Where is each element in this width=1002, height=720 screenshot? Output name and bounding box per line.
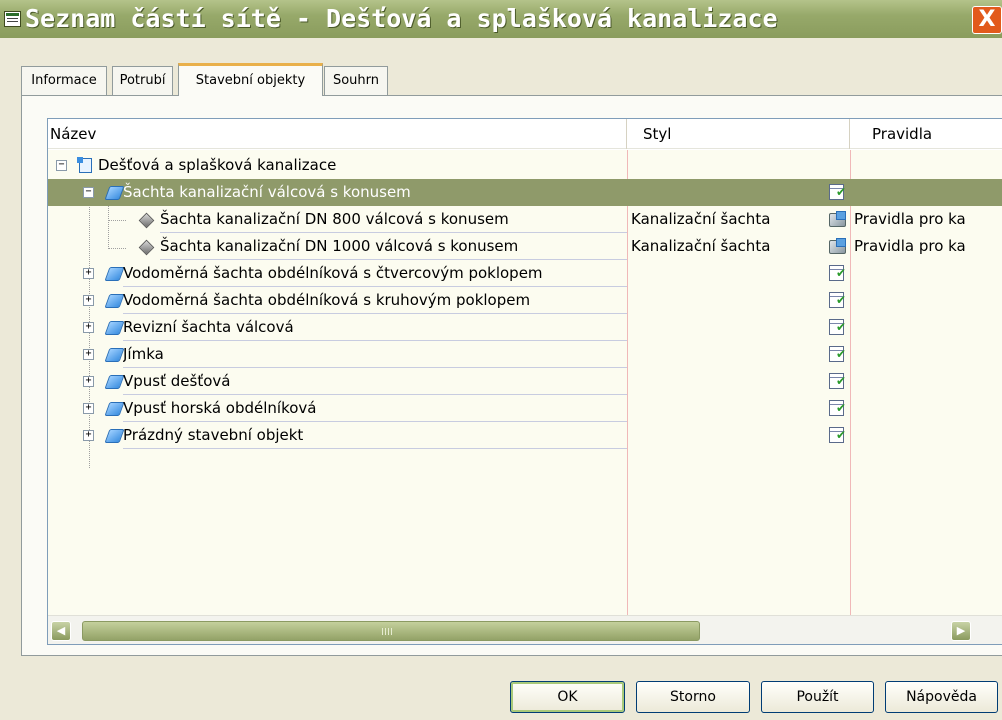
tree-row[interactable]: Šachta kanalizační DN 1000 válcová s kon… [48, 233, 1002, 260]
row-style[interactable]: Kanalizační šachta [631, 206, 821, 233]
folder-icon [104, 428, 121, 442]
app-window-icon [4, 11, 21, 27]
tree-row[interactable]: + Vpusť horská obdélníková [48, 395, 1002, 422]
expand-icon[interactable]: + [83, 322, 94, 333]
expand-icon[interactable]: + [83, 268, 94, 279]
part-icon [138, 212, 153, 227]
tree-row[interactable]: + Vodoměrná šachta obdélníková s kruhový… [48, 287, 1002, 314]
folder-icon [104, 320, 121, 334]
tree-row[interactable]: + Prázdný stavební objekt [48, 422, 1002, 449]
style-checklist-icon[interactable] [828, 426, 846, 444]
folder-icon [104, 374, 121, 388]
row-name: Šachta kanalizační DN 800 válcová s konu… [160, 210, 509, 228]
tab-potrubi[interactable]: Potrubí [112, 66, 173, 95]
folder-icon [104, 347, 121, 361]
tab-informace[interactable]: Informace [21, 66, 107, 95]
rules-icon[interactable] [828, 211, 846, 227]
style-checklist-icon[interactable] [828, 372, 846, 390]
column-header-name[interactable]: Název [48, 119, 627, 149]
row-name: Vpusť horská obdélníková [123, 399, 317, 417]
expand-icon[interactable]: + [83, 430, 94, 441]
row-name: Vodoměrná šachta obdélníková s čtvercový… [123, 264, 543, 282]
expand-icon[interactable]: + [83, 403, 94, 414]
row-name: Vpusť dešťová [123, 372, 231, 390]
row-name: Vodoměrná šachta obdélníková s kruhovým … [123, 291, 531, 309]
style-checklist-icon[interactable] [828, 183, 846, 201]
row-name: Jímka [123, 345, 164, 363]
collapse-icon[interactable]: − [56, 160, 67, 171]
column-header-rules[interactable]: Pravidla [850, 119, 1002, 149]
folder-icon [104, 293, 121, 307]
title-bar[interactable]: Seznam částí sítě - Dešťová a splašková … [0, 0, 1002, 38]
row-name: Revizní šachta válcová [123, 318, 294, 336]
network-root-icon [77, 157, 93, 173]
tree-row[interactable]: + Revizní šachta válcová [48, 314, 1002, 341]
scroll-thumb[interactable] [82, 621, 700, 641]
apply-button[interactable]: Použít [761, 681, 874, 713]
scroll-left-icon[interactable]: ◀ [51, 621, 71, 641]
expand-icon[interactable]: + [83, 376, 94, 387]
tree-row[interactable]: − Šachta kanalizační válcová s konusem [48, 179, 1002, 206]
folder-icon [104, 401, 121, 415]
tab-stavebni-objekty[interactable]: Stavební objekty [178, 63, 323, 96]
tree-row[interactable]: + Jímka [48, 341, 1002, 368]
style-checklist-icon[interactable] [828, 399, 846, 417]
collapse-icon[interactable]: − [83, 187, 94, 198]
style-checklist-icon[interactable] [828, 345, 846, 363]
expand-icon[interactable]: + [83, 349, 94, 360]
row-name: Dešťová a splašková kanalizace [98, 156, 337, 174]
style-checklist-icon[interactable] [828, 264, 846, 282]
tree-row[interactable]: + Vpusť dešťová [48, 368, 1002, 395]
window-title: Seznam částí sítě - Dešťová a splašková … [25, 4, 778, 33]
row-name: Šachta kanalizační DN 1000 válcová s kon… [160, 237, 519, 255]
rules-icon[interactable] [828, 238, 846, 254]
cancel-button[interactable]: Storno [636, 681, 750, 713]
help-button[interactable]: Nápověda [885, 681, 998, 713]
row-style[interactable]: Kanalizační šachta [631, 233, 821, 260]
horizontal-scrollbar[interactable]: ◀ ▶ [48, 615, 1002, 644]
part-icon [138, 239, 153, 254]
row-rules[interactable]: Pravidla pro ka [854, 233, 1002, 260]
grid-header: Název Styl Pravidla [48, 119, 1002, 149]
row-underline [123, 448, 627, 449]
folder-icon [104, 266, 121, 280]
expand-icon[interactable]: + [83, 295, 94, 306]
tree-row-root[interactable]: − Dešťová a splašková kanalizace [48, 152, 1002, 179]
style-checklist-icon[interactable] [828, 291, 846, 309]
row-name: Šachta kanalizační válcová s konusem [123, 183, 411, 201]
scroll-right-icon[interactable]: ▶ [951, 621, 971, 641]
tree-row[interactable]: + Vodoměrná šachta obdélníková s čtverco… [48, 260, 1002, 287]
close-button[interactable]: X [972, 6, 1002, 34]
tab-souhrn[interactable]: Souhrn [324, 66, 388, 95]
row-rules[interactable]: Pravidla pro ka [854, 206, 1002, 233]
style-checklist-icon[interactable] [828, 318, 846, 336]
tree-row[interactable]: Šachta kanalizační DN 800 válcová s konu… [48, 206, 1002, 233]
scroll-grip [382, 628, 392, 635]
column-header-style[interactable]: Styl [641, 119, 850, 149]
row-name: Prázdný stavební objekt [123, 426, 304, 444]
parts-grid[interactable]: Název Styl Pravidla − Dešťová a splaškov… [47, 118, 1002, 645]
folder-icon [104, 185, 121, 199]
ok-button[interactable]: OK [510, 681, 625, 713]
